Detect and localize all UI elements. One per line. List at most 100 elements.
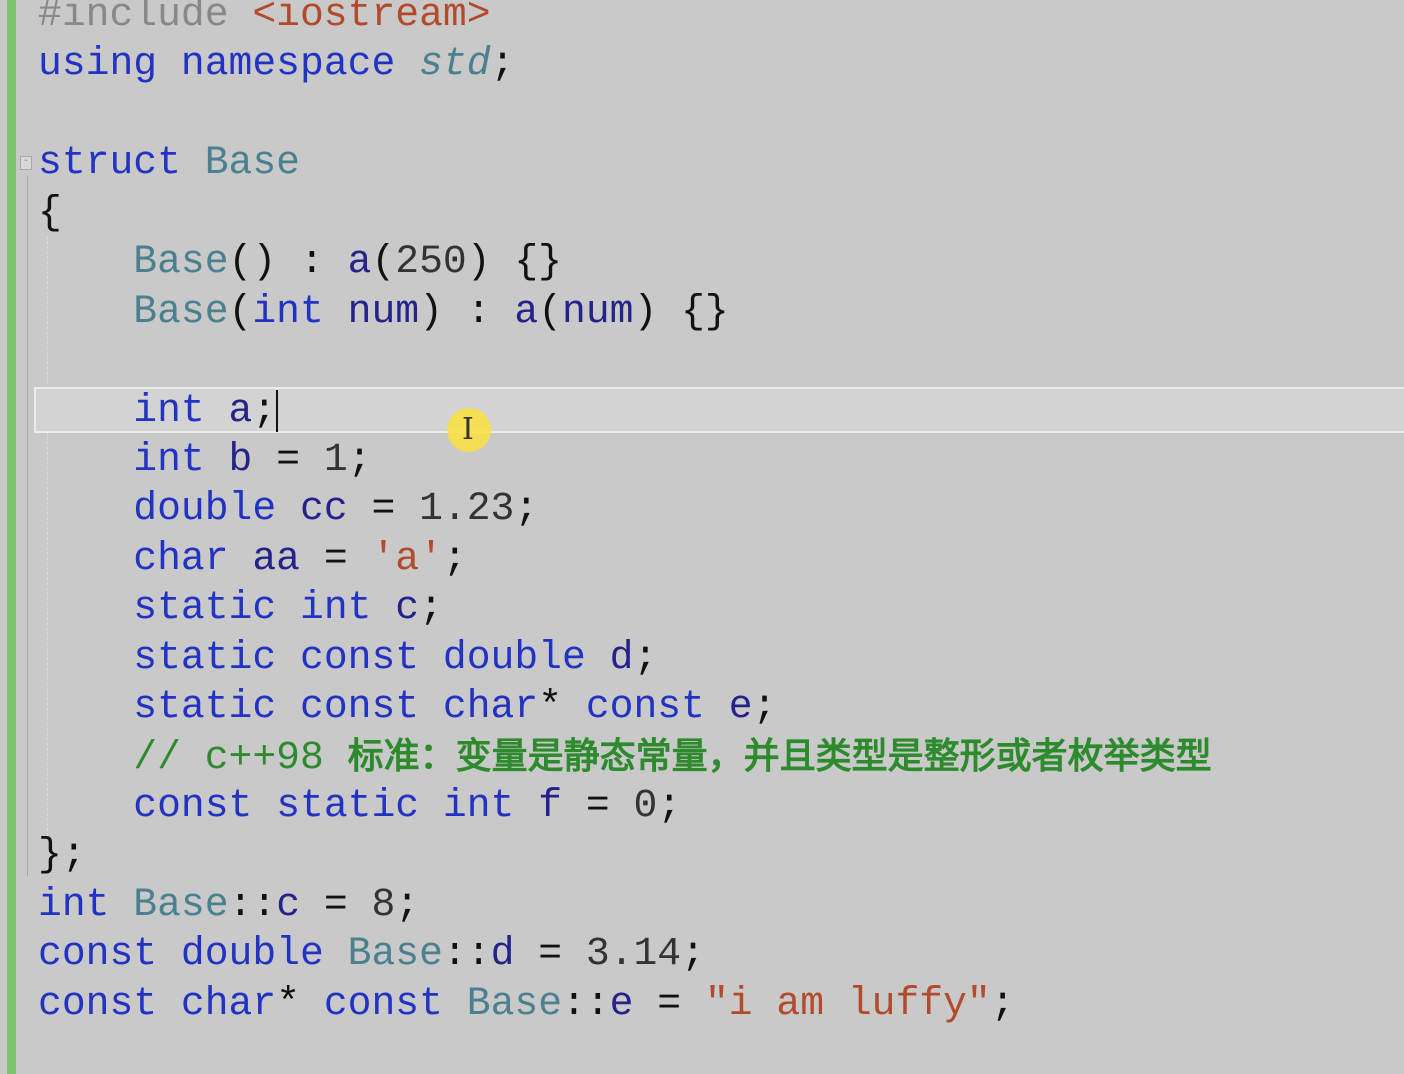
code-line[interactable]: [38, 89, 1212, 138]
token-punctuation: [181, 140, 205, 185]
token-punctuation: [276, 585, 300, 630]
token-keyword: struct: [38, 140, 181, 186]
token-keyword: static: [133, 634, 277, 680]
token-identifier: e: [728, 684, 753, 730]
token-keyword: char: [180, 980, 277, 1026]
token-punctuation: [324, 931, 348, 976]
token-comment: // c++98: [133, 734, 348, 780]
token-punctuation: ;: [633, 634, 658, 680]
code-line[interactable]: using namespace std;: [38, 39, 1212, 88]
token-punctuation: ) {}: [633, 288, 729, 334]
code-line[interactable]: };: [38, 830, 1212, 879]
token-punctuation: [38, 289, 133, 334]
code-line[interactable]: char aa = 'a';: [38, 534, 1212, 583]
token-punctuation: *: [538, 684, 586, 730]
token-punctuation: ::: [228, 881, 277, 927]
code-line[interactable]: [38, 336, 1212, 385]
code-editor[interactable]: #include <iostream> using namespace std; …: [38, 0, 1212, 1028]
token-punctuation: ;: [752, 684, 777, 730]
token-punctuation: ) {}: [466, 239, 562, 285]
code-line[interactable]: // c++98 标准：变量是静态常量，并且类型是整形或者枚举类型: [38, 732, 1212, 781]
token-type-name: Base: [347, 931, 443, 977]
token-punctuation: ;: [442, 535, 467, 581]
token-identifier: aa: [252, 535, 300, 581]
token-punctuation: [395, 41, 419, 86]
token-punctuation: [38, 239, 133, 284]
token-identifier: a: [347, 239, 372, 285]
token-keyword: const: [300, 634, 420, 680]
token-keyword: int: [300, 585, 372, 631]
token-punctuation: };: [38, 832, 86, 878]
token-punctuation: =: [633, 980, 705, 1026]
token-punctuation: [38, 437, 133, 482]
token-punctuation: [252, 783, 276, 828]
token-type-name: Base: [133, 881, 229, 927]
token-punctuation: ::: [442, 931, 491, 977]
token-punctuation: =: [300, 881, 372, 927]
token-comment: 标准：变量是静态常量，并且类型是整形或者枚举类型: [347, 735, 1212, 777]
token-keyword: static: [133, 585, 277, 631]
token-punctuation: *: [276, 980, 324, 1026]
token-keyword: char: [442, 684, 539, 730]
token-punctuation: [514, 783, 538, 828]
code-line[interactable]: #include <iostream>: [38, 0, 1212, 39]
token-punctuation: ;: [347, 436, 372, 482]
token-punctuation: [157, 41, 181, 86]
token-identifier: a: [228, 387, 253, 433]
token-punctuation: [109, 882, 133, 927]
fold-collapse-icon[interactable]: -: [20, 156, 32, 170]
token-keyword: const: [38, 980, 158, 1026]
token-keyword: int: [38, 881, 110, 927]
code-line[interactable]: int a;: [38, 386, 1212, 435]
token-number-literal: 1.23: [419, 486, 515, 532]
code-line[interactable]: const char* const Base::e = "i am luffy"…: [38, 979, 1212, 1028]
token-punctuation: [38, 388, 133, 433]
token-number-literal: 3.14: [585, 931, 682, 977]
token-identifier: b: [228, 436, 253, 482]
token-punctuation: [38, 486, 133, 531]
code-line[interactable]: {: [38, 188, 1212, 237]
token-keyword: int: [133, 387, 205, 433]
token-punctuation: [38, 684, 133, 729]
token-punctuation: [38, 536, 133, 581]
token-punctuation: [443, 981, 467, 1026]
token-punctuation: =: [347, 486, 420, 532]
token-type-name: Base: [204, 140, 300, 186]
token-keyword: using: [38, 41, 158, 87]
token-keyword: namespace: [180, 41, 396, 87]
code-line[interactable]: int b = 1;: [38, 435, 1212, 484]
token-punctuation: =: [514, 931, 586, 977]
token-punctuation: [38, 735, 133, 780]
token-punctuation: ;: [514, 486, 539, 532]
token-keyword: static: [133, 684, 277, 730]
token-punctuation: [205, 437, 229, 482]
code-line[interactable]: struct Base: [38, 138, 1212, 187]
token-identifier: d: [490, 931, 515, 977]
token-identifier: c: [395, 585, 420, 631]
code-line[interactable]: const double Base::d = 3.14;: [38, 929, 1212, 978]
token-keyword: static: [276, 783, 420, 828]
code-line[interactable]: Base(int num) : a(num) {}: [38, 287, 1212, 336]
token-namespace-name: std: [419, 41, 491, 87]
code-line[interactable]: Base() : a(250) {}: [38, 237, 1212, 286]
token-string-literal: 'a': [371, 535, 443, 581]
token-number-literal: 0: [633, 783, 658, 828]
token-punctuation: ) :: [419, 288, 515, 334]
token-number-literal: 1: [323, 436, 348, 482]
code-line[interactable]: static int c;: [38, 583, 1212, 632]
code-line[interactable]: static const double d;: [38, 633, 1212, 682]
token-punctuation: [705, 684, 729, 729]
token-punctuation: (: [371, 239, 396, 285]
token-keyword: const: [38, 931, 158, 977]
token-punctuation: ;: [395, 881, 420, 927]
code-line[interactable]: double cc = 1.23;: [38, 484, 1212, 533]
token-punctuation: [205, 388, 229, 433]
token-keyword: int: [252, 288, 324, 334]
token-keyword: double: [133, 486, 277, 532]
token-punctuation: [586, 635, 610, 680]
code-line[interactable]: const static int f = 0;: [38, 781, 1212, 830]
token-punctuation: [276, 684, 300, 729]
code-line[interactable]: int Base::c = 8;: [38, 880, 1212, 929]
code-line[interactable]: static const char* const e;: [38, 682, 1212, 731]
token-punctuation: [38, 783, 133, 828]
